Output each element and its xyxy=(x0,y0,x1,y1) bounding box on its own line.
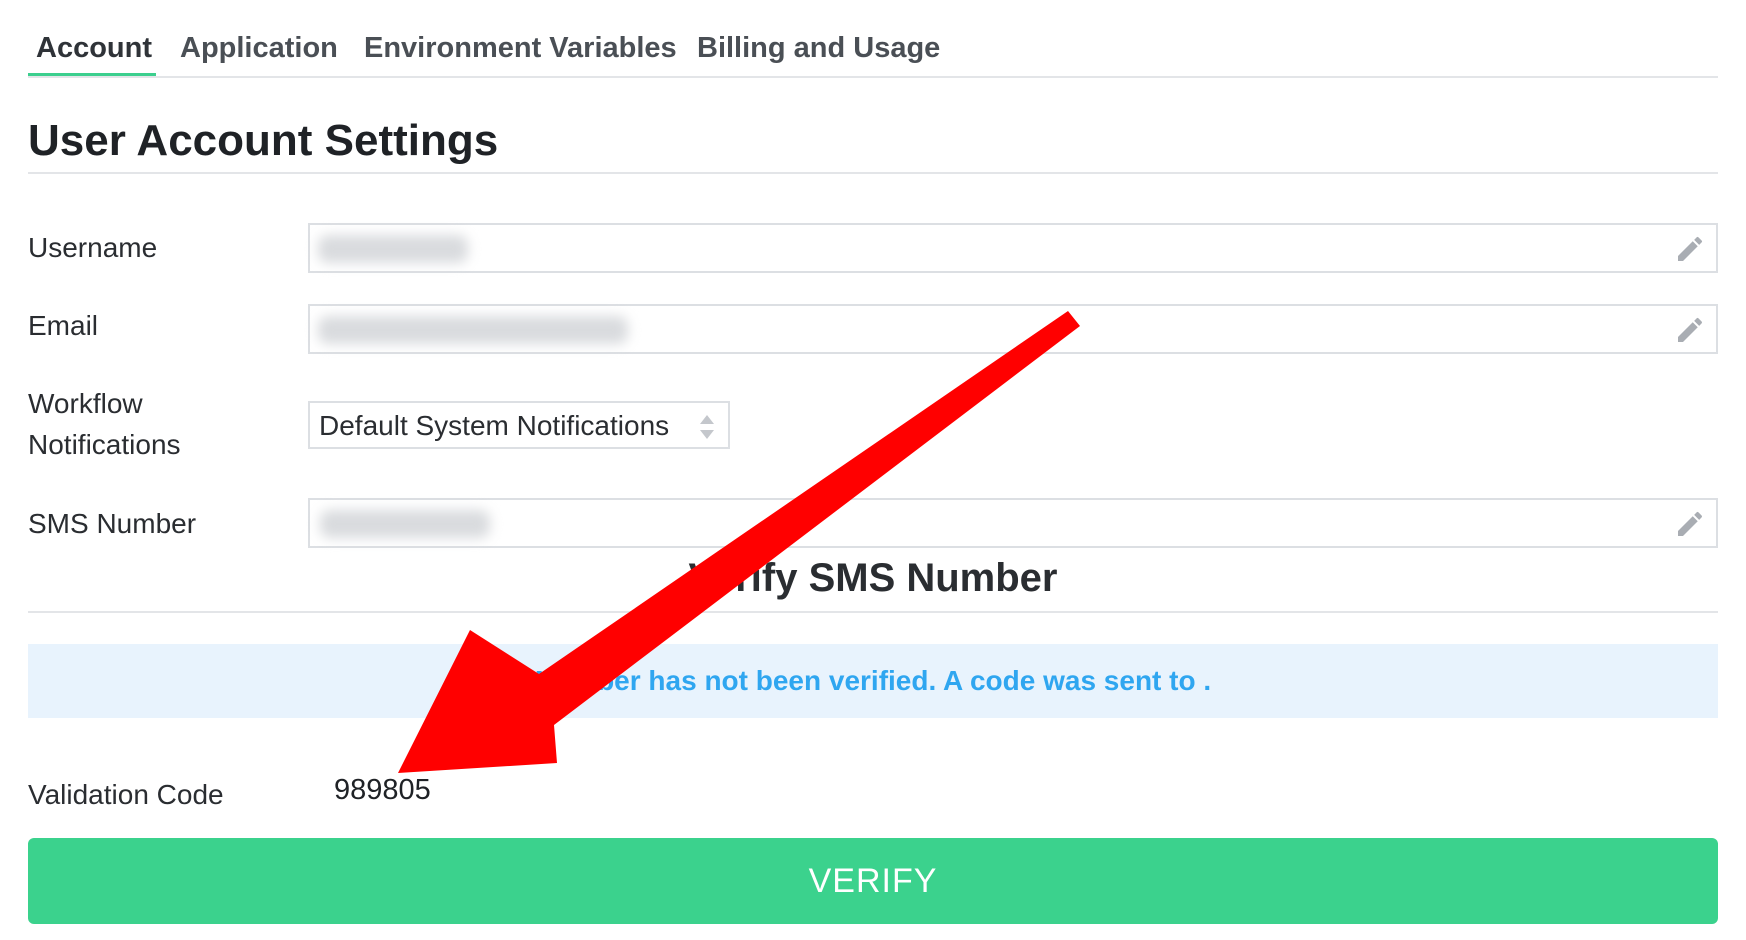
sms-number-field[interactable] xyxy=(308,498,1718,548)
verify-button[interactable]: VERIFY xyxy=(28,838,1718,924)
workflow-notifications-label-line1: Workflow xyxy=(28,388,143,419)
workflow-notifications-label-line2: Notifications xyxy=(28,429,181,460)
active-tab-indicator xyxy=(28,73,156,76)
tab-application[interactable]: Application xyxy=(180,32,338,65)
redacted-value xyxy=(318,235,468,263)
tab-billing-and-usage[interactable]: Billing and Usage xyxy=(697,32,940,65)
validation-code-value[interactable]: 989805 xyxy=(334,774,431,807)
tab-account[interactable]: Account xyxy=(36,32,152,65)
redacted-value xyxy=(320,510,490,538)
workflow-notifications-select[interactable]: Default System Notifications xyxy=(308,401,730,449)
divider xyxy=(28,611,1718,613)
tab-environment-variables[interactable]: Environment Variables xyxy=(364,32,677,65)
pencil-icon[interactable] xyxy=(1674,508,1706,540)
select-value: Default System Notifications xyxy=(319,410,670,441)
verification-notice-text: Number has not been verified. A code was… xyxy=(534,665,1212,696)
email-field[interactable] xyxy=(308,304,1718,354)
updown-arrows-icon xyxy=(700,415,714,439)
tab-bar: Account Application Environment Variable… xyxy=(28,0,1718,78)
validation-code-label: Validation Code xyxy=(28,779,224,810)
page-title: User Account Settings xyxy=(28,116,499,165)
username-label: Username xyxy=(28,232,158,263)
redacted-value xyxy=(318,316,628,344)
sms-number-label: SMS Number xyxy=(28,508,197,539)
pencil-icon[interactable] xyxy=(1674,233,1706,265)
username-field[interactable] xyxy=(308,223,1718,273)
verification-notice: Number has not been verified. A code was… xyxy=(28,644,1718,718)
verify-sms-heading: Verify SMS Number xyxy=(688,556,1058,600)
divider xyxy=(28,172,1718,174)
email-label: Email xyxy=(28,310,99,341)
pencil-icon[interactable] xyxy=(1674,314,1706,346)
